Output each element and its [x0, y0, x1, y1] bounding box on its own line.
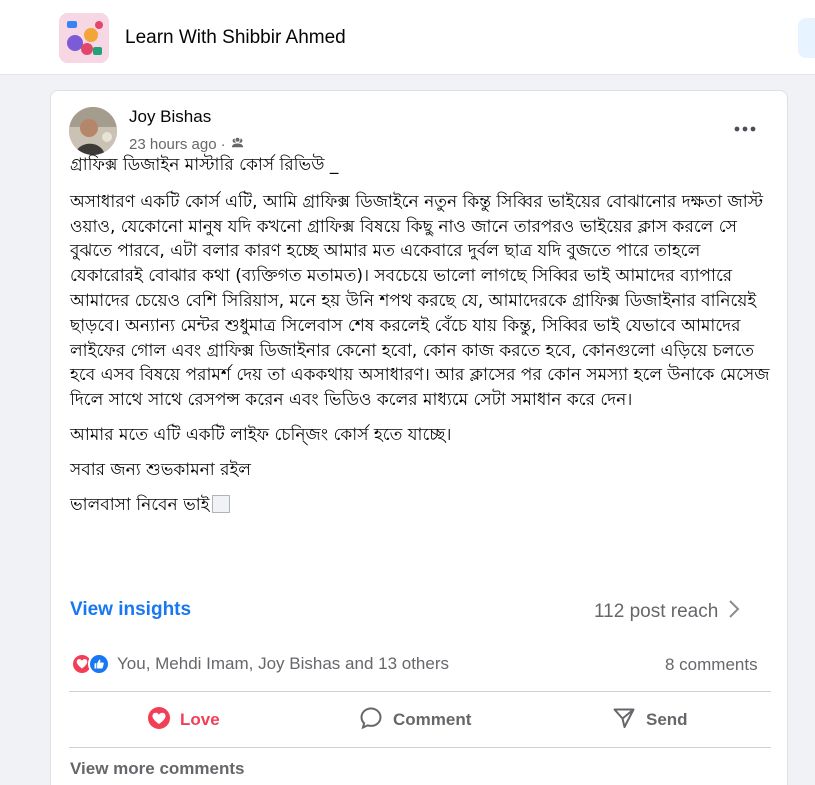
- post-paragraph-opinion: আমার মতে এটি একটি লাইফ চেন্জিং কোর্স হতে…: [70, 424, 452, 445]
- send-button[interactable]: Send: [612, 705, 688, 735]
- comment-button-label: Comment: [393, 710, 472, 729]
- post-paragraph-main: অসাধারণ একটি কোর্স এটি, আমি গ্রাফিক্স ডি…: [70, 191, 770, 411]
- post-reach[interactable]: 112 post reach: [594, 599, 740, 625]
- post-timestamp[interactable]: 23 hours ago: [129, 136, 217, 153]
- post-card: Joy Bishas 23 hours ago · গ্রাফিক্স ডিজা…: [50, 90, 788, 785]
- love-button-label: Love: [180, 710, 220, 729]
- comment-button[interactable]: Comment: [359, 705, 471, 735]
- group-cover-illustration: [59, 13, 109, 63]
- post-meta: 23 hours ago ·: [129, 135, 245, 154]
- send-button-label: Send: [646, 710, 688, 729]
- post-paragraph-wishes: সবার জন্য শুভকামনা রইল: [70, 459, 251, 480]
- post-body: গ্রাফিক্স ডিজাইন মাস্টারি কোর্স রিভিউ _ …: [70, 153, 770, 527]
- header-action-button[interactable]: [798, 18, 815, 58]
- view-insights-link[interactable]: View insights: [70, 599, 191, 621]
- speech-bubble-icon: [359, 706, 383, 735]
- reaction-names: You, Mehdi Imam, Joy Bishas and 13 other…: [117, 654, 449, 673]
- avatar[interactable]: [69, 107, 117, 155]
- send-arrow-icon: [612, 706, 636, 735]
- more-options-icon[interactable]: [725, 113, 765, 145]
- chevron-right-icon: [728, 599, 740, 625]
- thumbs-up-icon: [88, 653, 110, 675]
- post-title-line: গ্রাফিক্স ডিজাইন মাস্টারি কোর্স রিভিউ _: [70, 155, 339, 175]
- heart-icon: [148, 706, 170, 734]
- view-more-comments-link[interactable]: View more comments: [70, 759, 244, 779]
- group-privacy-icon: [230, 135, 245, 154]
- post-reach-label: 112 post reach: [594, 601, 719, 622]
- comments-count[interactable]: 8 comments: [665, 655, 758, 675]
- reaction-summary[interactable]: You, Mehdi Imam, Joy Bishas and 13 other…: [71, 653, 449, 675]
- divider: [69, 747, 771, 748]
- broken-image-icon: [211, 494, 230, 513]
- group-name[interactable]: Learn With Shibbir Ahmed: [125, 27, 346, 49]
- avatar-photo: [69, 107, 117, 155]
- meta-separator: ·: [220, 136, 226, 153]
- group-header: Learn With Shibbir Ahmed: [0, 0, 815, 75]
- love-button[interactable]: Love: [148, 705, 220, 735]
- post-paragraph-closing: ভালবাসা নিবেন ভাই: [70, 493, 770, 518]
- post-author[interactable]: Joy Bishas: [129, 107, 211, 127]
- post-closing-text: ভালবাসা নিবেন ভাই: [70, 494, 210, 515]
- divider: [69, 691, 771, 692]
- group-cover-thumbnail[interactable]: [59, 13, 109, 63]
